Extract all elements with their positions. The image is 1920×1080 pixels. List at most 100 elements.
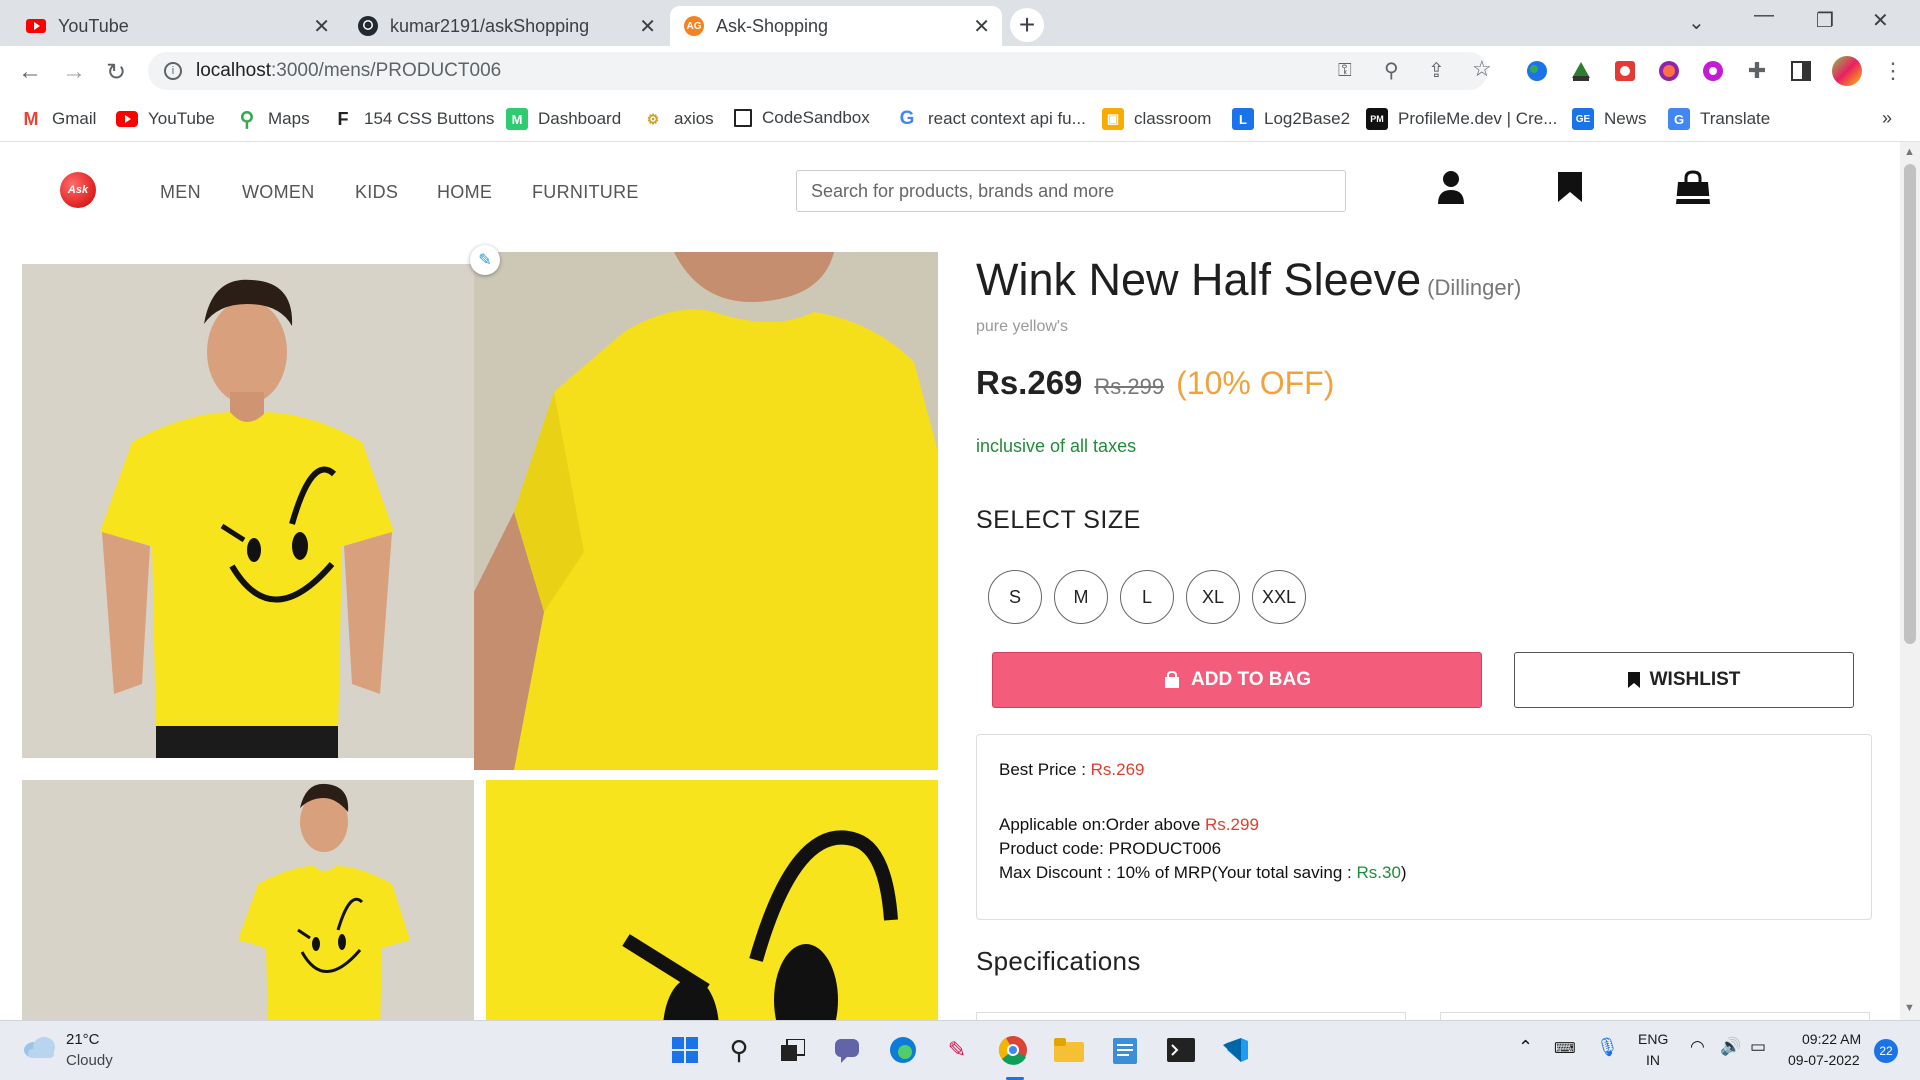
tab-search-icon[interactable]: ⌄	[1688, 10, 1705, 35]
share-icon[interactable]: ⇪	[1428, 58, 1445, 83]
tab-github[interactable]: kumar2191/askShopping ✕	[344, 6, 668, 46]
taxes-note: inclusive of all taxes	[976, 436, 1137, 456]
close-tab-icon[interactable]: ✕	[639, 14, 656, 39]
product-image-back[interactable]	[474, 252, 938, 770]
bookmark-star-icon[interactable]: ☆	[1472, 56, 1492, 82]
product-image-closeup[interactable]	[486, 780, 938, 1020]
extension-colorful-icon[interactable]	[1656, 58, 1682, 84]
wishlist-button[interactable]: WISHLIST	[1514, 652, 1854, 708]
language-code[interactable]: ENG	[1638, 1031, 1668, 1047]
bookmark-axios[interactable]: ⚙ axios	[642, 108, 714, 130]
nav-furniture[interactable]: FURNITURE	[532, 182, 639, 203]
profile-avatar[interactable]	[1832, 56, 1862, 86]
task-view-icon[interactable]	[776, 1033, 810, 1067]
nav-women[interactable]: WOMEN	[242, 182, 315, 203]
bookmark-css-buttons[interactable]: F 154 CSS Buttons	[332, 108, 495, 130]
language-region[interactable]: IN	[1646, 1052, 1660, 1068]
page-scrollbar[interactable]: ▲ ▼	[1900, 142, 1920, 1020]
bookmark-icon[interactable]	[1556, 170, 1590, 208]
bookmark-dashboard[interactable]: M Dashboard	[506, 108, 621, 130]
terminal-icon[interactable]	[1164, 1033, 1198, 1067]
extension-purple-icon[interactable]	[1700, 58, 1726, 84]
extension-red-icon[interactable]	[1612, 58, 1638, 84]
forward-icon[interactable]: →	[62, 58, 86, 86]
product-image-full[interactable]	[22, 780, 474, 1020]
bookmark-react-context[interactable]: Greact context api fu...	[896, 108, 1086, 130]
chat-icon[interactable]	[830, 1033, 864, 1067]
chevron-up-icon[interactable]: ⌃	[1518, 1037, 1533, 1058]
vscode-icon[interactable]	[1218, 1033, 1252, 1067]
edit-pen-icon[interactable]: ✎	[470, 245, 500, 275]
site-logo[interactable]: Ask	[60, 172, 96, 208]
keyboard-icon[interactable]: ⌨	[1554, 1039, 1576, 1057]
tab-youtube[interactable]: YouTube ✕	[12, 6, 342, 46]
nav-kids[interactable]: KIDS	[355, 182, 398, 203]
microphone-icon[interactable]: 🎙	[1596, 1037, 1619, 1058]
chrome-icon[interactable]	[996, 1033, 1030, 1067]
bookmark-classroom[interactable]: ▣ classroom	[1102, 108, 1211, 130]
battery-icon[interactable]: ▭	[1750, 1037, 1766, 1057]
clock-time[interactable]: 09:22 AM	[1802, 1031, 1861, 1047]
bookmark-log2base2[interactable]: L Log2Base2	[1232, 108, 1350, 130]
scrollbar-thumb[interactable]	[1904, 164, 1916, 644]
bookmark-news[interactable]: GE News	[1572, 108, 1647, 130]
address-bar[interactable]: i localhost:3000/mens/PRODUCT006 ⚿ ⚲ ⇪ ☆	[148, 52, 1492, 90]
site-info-icon[interactable]: i	[164, 62, 182, 80]
nav-men[interactable]: MEN	[160, 182, 201, 203]
scroll-up-arrow-icon[interactable]: ▲	[1904, 146, 1915, 158]
new-tab-button[interactable]: +	[1010, 8, 1044, 42]
key-icon[interactable]: ⚿	[1338, 60, 1352, 81]
edge-icon[interactable]	[886, 1033, 920, 1067]
bookmark-youtube[interactable]: YouTube	[116, 108, 215, 130]
wifi-icon[interactable]: ◠	[1690, 1037, 1705, 1057]
paint-icon[interactable]: ✎	[940, 1033, 974, 1067]
github-icon	[358, 16, 378, 36]
dashboard-icon: M	[506, 108, 528, 130]
size-button-l[interactable]: L	[1120, 570, 1174, 624]
bookmark-gmail[interactable]: M Gmail	[20, 108, 97, 130]
file-explorer-icon[interactable]	[1052, 1033, 1086, 1067]
clock-date[interactable]: 09-07-2022	[1788, 1052, 1860, 1068]
user-icon[interactable]	[1436, 170, 1470, 208]
close-tab-icon[interactable]: ✕	[973, 14, 990, 39]
bookmark-maps[interactable]: ⚲ Maps	[236, 108, 310, 131]
tab-ask-shopping[interactable]: AG Ask-Shopping ✕	[670, 6, 1002, 46]
menu-dots-icon[interactable]: ⋮	[1880, 58, 1906, 84]
bookmark-translate[interactable]: G Translate	[1668, 108, 1770, 130]
close-window-icon[interactable]: ✕	[1872, 8, 1889, 33]
mrp-price: Rs.299	[1094, 374, 1165, 399]
scroll-down-arrow-icon[interactable]: ▼	[1904, 1002, 1915, 1014]
size-button-m[interactable]: M	[1054, 570, 1108, 624]
url-host: localhost	[196, 60, 271, 81]
close-tab-icon[interactable]: ✕	[313, 14, 330, 39]
discount-percent: (10% OFF)	[1176, 365, 1335, 401]
extension-globe-icon[interactable]	[1524, 58, 1550, 84]
size-button-xxl[interactable]: XXL	[1252, 570, 1306, 624]
bookmark-profileme[interactable]: PM ProfileMe.dev | Cre...	[1366, 108, 1557, 130]
nav-home[interactable]: HOME	[437, 182, 492, 203]
tab-label: kumar2191/askShopping	[390, 15, 590, 36]
search-input[interactable]	[796, 170, 1346, 212]
size-button-s[interactable]: S	[988, 570, 1042, 624]
back-icon[interactable]: ←	[18, 58, 42, 86]
reload-icon[interactable]: ↻	[106, 58, 126, 87]
minimize-icon[interactable]: —	[1754, 4, 1774, 27]
size-button-xl[interactable]: XL	[1186, 570, 1240, 624]
bookmark-codesandbox[interactable]: CodeSandbox	[734, 108, 870, 128]
search-icon[interactable]: ⚲	[722, 1033, 756, 1067]
specifications-heading: Specifications	[976, 946, 1141, 976]
more-bookmarks-button[interactable]: »	[1882, 108, 1892, 129]
windows-start-icon[interactable]	[668, 1033, 702, 1067]
volume-icon[interactable]: 🔊	[1720, 1037, 1741, 1057]
shopping-bag-icon[interactable]	[1674, 170, 1714, 208]
side-panel-icon[interactable]	[1788, 58, 1814, 84]
restore-icon[interactable]: ❐	[1816, 8, 1834, 33]
add-to-bag-button[interactable]: ADD TO BAG	[992, 652, 1482, 708]
product-brand: (Dillinger)	[1427, 275, 1522, 300]
notepad-icon[interactable]	[1108, 1033, 1142, 1067]
extensions-puzzle-icon[interactable]: ✚	[1744, 58, 1770, 84]
zoom-icon[interactable]: ⚲	[1384, 58, 1399, 83]
notification-badge[interactable]: 22	[1874, 1039, 1898, 1063]
product-image-front[interactable]	[22, 264, 474, 758]
extension-html-icon[interactable]	[1568, 58, 1594, 84]
